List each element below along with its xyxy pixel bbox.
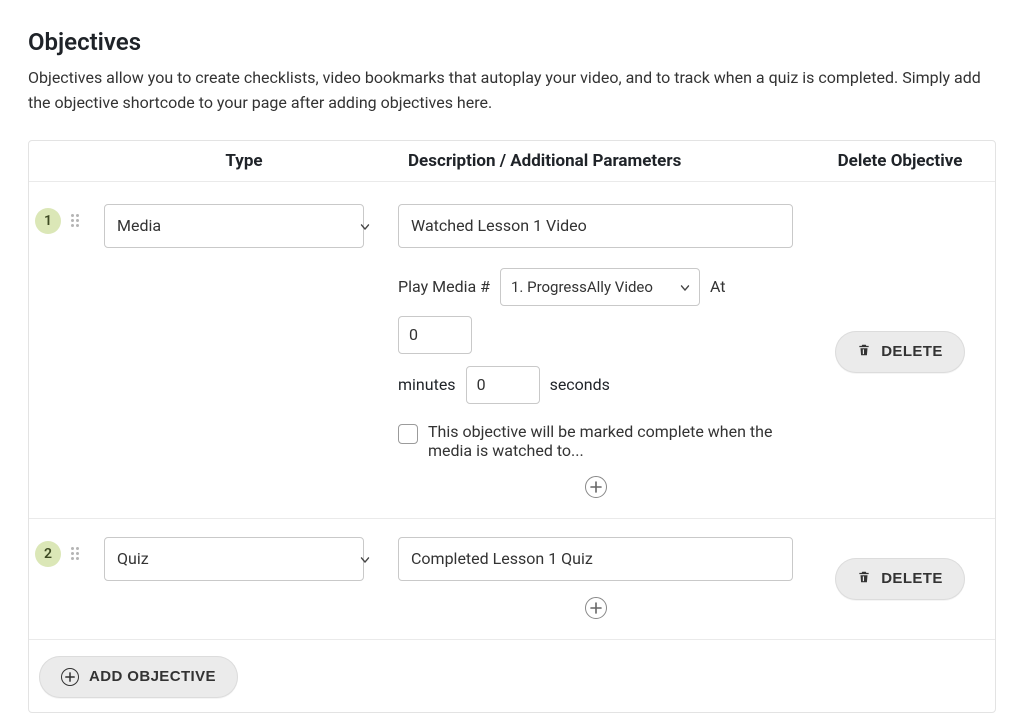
row-number-chip: 1 [35, 208, 61, 234]
col-header-desc: Description / Additional Parameters [384, 151, 815, 171]
add-objective-button[interactable]: ADD OBJECTIVE [39, 656, 238, 698]
play-media-label: Play Media # [398, 277, 490, 296]
delete-button[interactable]: DELETE [835, 558, 965, 600]
page-title: Objectives [28, 28, 996, 56]
col-header-type: Type [104, 151, 384, 171]
minutes-label: minutes [398, 375, 456, 394]
mark-complete-label: This objective will be marked complete w… [428, 422, 793, 460]
col-header-delete: Delete Objective [815, 151, 995, 171]
add-objective-label: ADD OBJECTIVE [89, 668, 216, 685]
page-intro: Objectives allow you to create checklist… [28, 66, 988, 116]
type-select[interactable] [104, 204, 364, 248]
mark-complete-checkbox[interactable] [398, 424, 418, 444]
description-input[interactable] [398, 204, 793, 248]
drag-handle-icon[interactable] [71, 547, 79, 560]
trash-icon [857, 343, 871, 361]
table-header-row: Type Description / Additional Parameters… [29, 141, 995, 182]
trash-icon [857, 570, 871, 588]
add-sub-objective-icon[interactable] [585, 597, 607, 619]
objectives-table: Type Description / Additional Parameters… [28, 140, 996, 713]
drag-handle-icon[interactable] [71, 214, 79, 227]
seconds-label: seconds [550, 375, 610, 394]
type-select[interactable] [104, 537, 364, 581]
at-seconds-input[interactable] [466, 366, 540, 404]
at-minutes-input[interactable] [398, 316, 472, 354]
delete-button[interactable]: DELETE [835, 331, 965, 373]
objective-row: 2 DELETE [29, 519, 995, 640]
at-label: At [710, 277, 726, 296]
row-number-chip: 2 [35, 541, 61, 567]
add-sub-objective-icon[interactable] [585, 476, 607, 498]
delete-button-label: DELETE [881, 343, 943, 360]
description-input[interactable] [398, 537, 793, 581]
objective-row: 1 Play Media # At [29, 182, 995, 519]
plus-circle-icon [61, 668, 79, 686]
delete-button-label: DELETE [881, 570, 943, 587]
media-select[interactable] [500, 268, 700, 306]
